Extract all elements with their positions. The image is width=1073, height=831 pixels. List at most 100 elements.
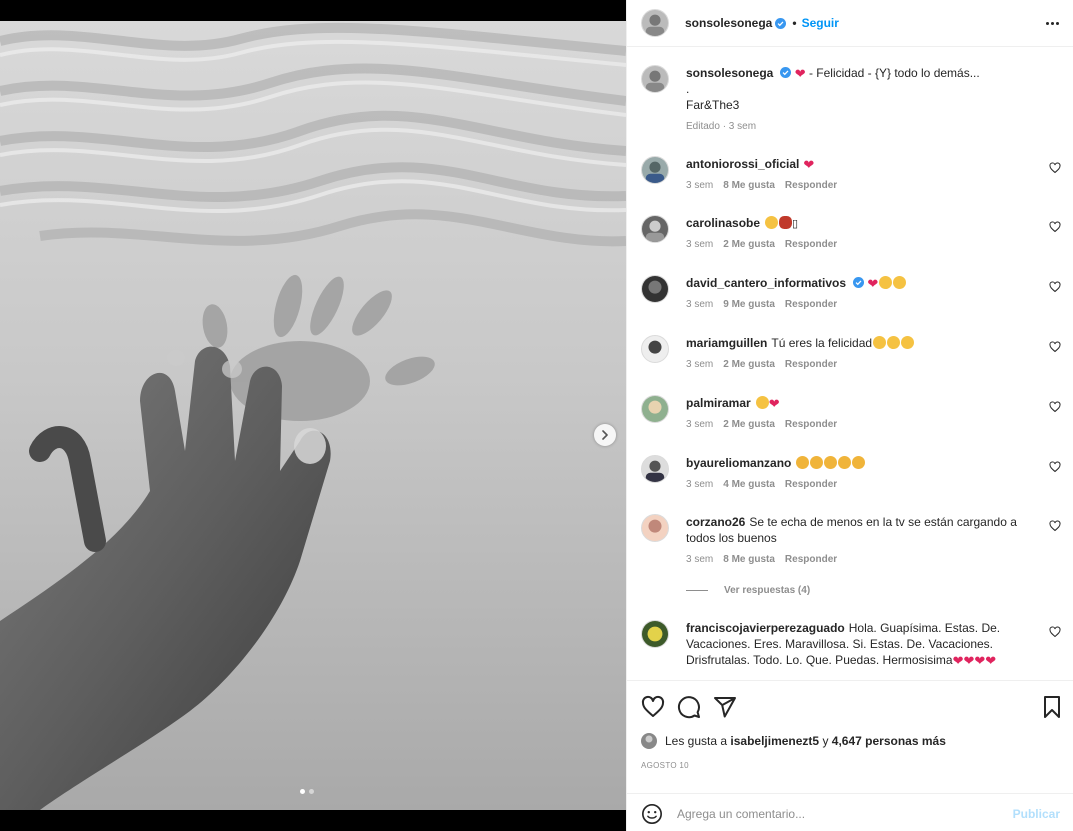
follow-button[interactable]: Seguir: [802, 16, 839, 30]
comment-likes[interactable]: 8 Me gusta: [723, 180, 775, 191]
comment-like-heart-icon[interactable]: [1049, 461, 1061, 473]
comment-likes[interactable]: 9 Me gusta: [723, 299, 775, 310]
comment-reply-button[interactable]: Responder: [785, 419, 837, 430]
comment-text: Tú eres la felicidad: [771, 336, 873, 350]
ellipsis-dot: [1050, 21, 1054, 25]
comment-emojis: ▯: [764, 216, 798, 230]
comment-username[interactable]: franciscojavierperezaguado: [686, 621, 845, 635]
comment-time[interactable]: 3 sem: [686, 180, 713, 191]
caption-line-2: .: [686, 82, 690, 96]
bookmark-icon[interactable]: [1040, 695, 1064, 719]
carousel-indicator: [300, 789, 314, 794]
comment-time[interactable]: 3 sem: [686, 239, 713, 250]
post-details-panel: sonsolesonega • Seguir sonsolesonega ❤ -…: [626, 0, 1073, 831]
comment-likes[interactable]: 2 Me gusta: [723, 419, 775, 430]
comment-like-heart-icon[interactable]: [1049, 162, 1061, 174]
comment-reply-button[interactable]: Responder: [785, 554, 837, 565]
comment-emojis: ❤: [803, 157, 815, 172]
comment-likes[interactable]: 4 Me gusta: [723, 479, 775, 490]
caption-line-3: Far&The3: [686, 98, 740, 112]
commenter-avatar[interactable]: [641, 335, 669, 363]
paper-plane-icon[interactable]: [713, 695, 737, 719]
comment-time[interactable]: 3 sem: [686, 359, 713, 370]
commenter-avatar[interactable]: [641, 620, 669, 648]
commenter-avatar[interactable]: [641, 215, 669, 243]
comment-likes[interactable]: 2 Me gusta: [723, 359, 775, 370]
carousel-dot: [300, 789, 305, 794]
commenter-avatar[interactable]: [641, 156, 669, 184]
post-date[interactable]: AGOSTO 10: [641, 761, 689, 770]
likes-prefix: Les gusta a: [665, 734, 728, 748]
liker-avatar: [641, 733, 657, 749]
comment-like-heart-icon[interactable]: [1049, 221, 1061, 233]
comment-username[interactable]: carolinasobe: [686, 216, 760, 230]
comment-meta: 3 sem 2 Me gusta Responder: [686, 359, 837, 370]
comment-like-heart-icon[interactable]: [1049, 401, 1061, 413]
next-slide-button[interactable]: [594, 424, 616, 446]
post-photo[interactable]: [0, 21, 626, 810]
author-avatar[interactable]: [641, 65, 669, 93]
comment-emojis: [872, 336, 915, 350]
comment-emojis: [795, 456, 866, 470]
comment-like-heart-icon[interactable]: [1049, 341, 1061, 353]
heart-outline-icon[interactable]: [641, 695, 665, 719]
view-replies-button[interactable]: Ver respuestas (4): [686, 585, 810, 596]
comment-meta: 3 sem 9 Me gusta Responder: [686, 299, 837, 310]
comment-like-heart-icon[interactable]: [1049, 281, 1061, 293]
comment-time[interactable]: 3 sem: [686, 419, 713, 430]
comment-input[interactable]: [677, 806, 1013, 821]
comment-emojis: ❤❤❤❤: [952, 653, 997, 668]
comment-username[interactable]: corzano26: [686, 515, 745, 529]
comment-like-heart-icon[interactable]: [1049, 520, 1061, 532]
smiley-icon[interactable]: [641, 803, 663, 825]
comment-time[interactable]: 3 sem: [686, 479, 713, 490]
commenter-avatar[interactable]: [641, 275, 669, 303]
post-actions: Les gusta a isabeljimenezt5 y 4,647 pers…: [627, 680, 1073, 831]
commenter-avatar[interactable]: [641, 455, 669, 483]
comment-reply-button[interactable]: Responder: [785, 299, 837, 310]
author-avatar[interactable]: [641, 9, 669, 37]
comment-time[interactable]: 3 sem: [686, 299, 713, 310]
comment-emojis: ❤: [755, 396, 780, 410]
comment-username[interactable]: byaureliomanzano: [686, 456, 791, 470]
comment-meta: 3 sem 4 Me gusta Responder: [686, 479, 837, 490]
commenter-avatar[interactable]: [641, 514, 669, 542]
likes-count[interactable]: 4,647 personas más: [832, 734, 946, 748]
liker-username[interactable]: isabeljimenezt5: [730, 734, 819, 748]
comment-time[interactable]: 3 sem: [686, 554, 713, 565]
comments-list[interactable]: sonsolesonega ❤ - Felicidad - {Y} todo l…: [627, 47, 1073, 680]
likes-conj: y: [822, 734, 829, 748]
comment-reply-button[interactable]: Responder: [785, 479, 837, 490]
comment-reply-button[interactable]: Responder: [785, 239, 837, 250]
publish-button[interactable]: Publicar: [1013, 807, 1060, 821]
commenter-avatar[interactable]: [641, 395, 669, 423]
more-options-button[interactable]: [1042, 14, 1062, 32]
chevron-right-icon: [602, 430, 608, 440]
comment-like-heart-icon[interactable]: [1049, 626, 1061, 638]
liked-by-summary[interactable]: Les gusta a isabeljimenezt5 y 4,647 pers…: [641, 733, 946, 749]
comment-bubble-icon[interactable]: [677, 695, 701, 719]
comment-username[interactable]: antoniorossi_oficial: [686, 157, 799, 171]
comment-username[interactable]: palmiramar: [686, 396, 751, 410]
comment-emojis: ❤: [867, 276, 907, 290]
comment-reply-button[interactable]: Responder: [785, 180, 837, 191]
author-username[interactable]: sonsolesonega: [685, 16, 772, 30]
caption-text: - Felicidad - {Y} todo lo demás...: [808, 66, 980, 80]
add-comment-bar: Publicar: [627, 793, 1073, 831]
sand-hand-photo: [0, 21, 626, 810]
comment-likes[interactable]: 2 Me gusta: [723, 239, 775, 250]
comment-username[interactable]: david_cantero_informativos: [686, 276, 846, 290]
comment-reply-button[interactable]: Responder: [785, 359, 837, 370]
comment-username[interactable]: mariamguillen: [686, 336, 767, 350]
ellipsis-dot: [1055, 21, 1059, 25]
caption-meta: Editado · 3 sem: [686, 121, 756, 132]
verified-badge-icon: [780, 67, 792, 78]
red-heart-emoji: ❤: [794, 66, 806, 81]
comment-meta: 3 sem 2 Me gusta Responder: [686, 419, 837, 430]
separator-dot: •: [792, 16, 797, 30]
comment-likes[interactable]: 8 Me gusta: [723, 554, 775, 565]
post-header: sonsolesonega • Seguir: [627, 0, 1073, 47]
caption-username[interactable]: sonsolesonega: [686, 66, 773, 80]
verified-badge-icon: [775, 17, 787, 29]
comment-meta: 3 sem 8 Me gusta Responder: [686, 180, 837, 191]
